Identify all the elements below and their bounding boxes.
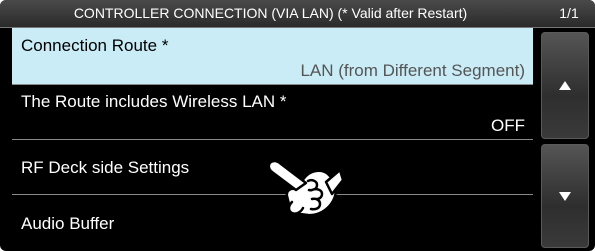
menu-title: CONTROLLER CONNECTION (VIA LAN) (* Valid… [73, 5, 468, 21]
menu-header: CONTROLLER CONNECTION (VIA LAN) (* Valid… [0, 0, 595, 28]
menu-item-label: Connection Route * [21, 36, 169, 55]
menu-item-connection-route[interactable]: Connection Route * LAN (from Different S… [12, 28, 533, 85]
menu-item-value: OFF [491, 116, 525, 135]
pointing-hand-icon [267, 159, 344, 217]
menu-item-label: The Route includes Wireless LAN * [21, 92, 287, 111]
menu-screen: CONTROLLER CONNECTION (VIA LAN) (* Valid… [0, 0, 595, 251]
menu-item-label: Audio Buffer [21, 214, 115, 233]
menu-item-value: LAN (from Different Segment) [300, 61, 525, 80]
triangle-up-icon [559, 80, 571, 90]
scroll-down-button[interactable] [541, 144, 589, 248]
menu-item-label: RF Deck side Settings [21, 158, 190, 177]
page-indicator: 1/1 [559, 5, 579, 21]
menu-item-wireless-lan[interactable]: The Route includes Wireless LAN * OFF [12, 85, 533, 140]
scroll-up-button[interactable] [541, 32, 589, 139]
triangle-down-icon [559, 192, 571, 201]
